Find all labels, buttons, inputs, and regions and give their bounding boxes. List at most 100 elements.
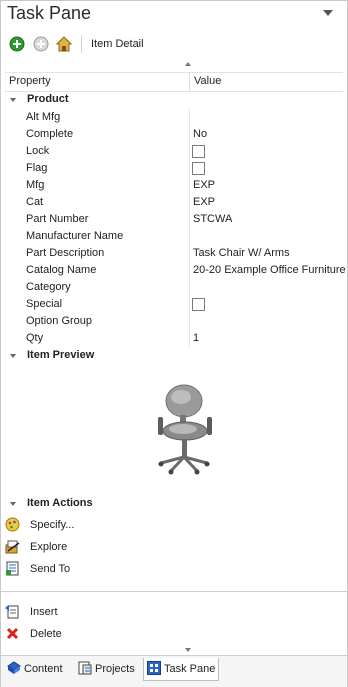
tab-label: Content xyxy=(24,663,63,675)
explore-icon xyxy=(5,539,20,554)
item-preview-image xyxy=(151,383,221,475)
tab-content[interactable]: Content xyxy=(4,658,70,680)
property-row[interactable]: Manufacturer Name xyxy=(5,228,343,245)
lock-checkbox[interactable] xyxy=(192,145,205,158)
column-divider[interactable] xyxy=(189,73,190,91)
property-row[interactable]: Part Description Task Chair W/ Arms xyxy=(5,245,343,262)
special-checkbox[interactable] xyxy=(192,298,205,311)
task-pane-icon xyxy=(147,661,161,675)
property-key: Part Description xyxy=(26,247,105,259)
property-row[interactable]: Option Group xyxy=(5,313,343,330)
remove-icon[interactable] xyxy=(33,36,49,52)
action-send-to[interactable]: Send To xyxy=(1,559,347,579)
row-divider xyxy=(189,160,190,177)
row-divider xyxy=(189,177,190,194)
row-divider xyxy=(189,109,190,126)
send-to-icon xyxy=(5,561,20,576)
row-divider xyxy=(189,211,190,228)
action-label: Insert xyxy=(30,606,58,618)
pane-title: Task Pane xyxy=(7,3,92,23)
property-column-header: Property xyxy=(9,75,51,87)
row-divider xyxy=(189,194,190,211)
property-key: Manufacturer Name xyxy=(26,230,124,242)
property-key: Catalog Name xyxy=(26,264,97,276)
property-row[interactable]: Mfg EXP xyxy=(5,177,343,194)
action-label: Send To xyxy=(30,563,71,575)
toolbar-label: Item Detail xyxy=(91,38,144,50)
toolbar-separator xyxy=(81,35,82,53)
collapse-icon[interactable] xyxy=(10,354,16,358)
row-divider xyxy=(189,143,190,160)
property-row[interactable]: Part Number STCWA xyxy=(5,211,343,228)
action-separator xyxy=(1,591,347,592)
property-key: Part Number xyxy=(26,213,89,225)
row-divider xyxy=(189,279,190,296)
projects-icon xyxy=(78,661,92,675)
value-column-header: Value xyxy=(194,75,222,87)
property-key: Special xyxy=(26,298,63,310)
add-icon[interactable] xyxy=(9,36,25,52)
specify-icon xyxy=(5,517,20,532)
collapse-icon[interactable] xyxy=(10,502,16,506)
property-value[interactable]: EXP xyxy=(193,196,215,208)
property-grid-header: Property Value xyxy=(5,72,343,92)
action-label: Delete xyxy=(30,628,62,640)
section-item-preview[interactable]: Item Preview xyxy=(1,348,347,365)
property-key: Lock xyxy=(26,145,50,157)
row-divider xyxy=(189,262,190,279)
property-value[interactable]: No xyxy=(193,128,207,140)
property-row[interactable]: Special xyxy=(5,296,343,313)
property-key: Flag xyxy=(26,162,48,174)
insert-icon xyxy=(5,604,20,619)
flag-checkbox[interactable] xyxy=(192,162,205,175)
property-row[interactable]: Category xyxy=(5,279,343,296)
property-key: Category xyxy=(26,281,71,293)
action-label: Explore xyxy=(30,541,68,553)
property-key: Mfg xyxy=(26,179,45,191)
scroll-down-icon[interactable] xyxy=(185,648,191,652)
pane-menu-dropdown-icon[interactable] xyxy=(323,10,333,16)
row-divider xyxy=(189,296,190,313)
property-key: Option Group xyxy=(26,315,93,327)
property-row[interactable]: Alt Mfg xyxy=(5,109,343,126)
property-row[interactable]: Qty 1 xyxy=(5,330,343,347)
section-label: Item Actions xyxy=(27,497,93,509)
scroll-up-icon[interactable] xyxy=(185,62,191,66)
row-divider xyxy=(189,228,190,245)
action-specify[interactable]: Specify... xyxy=(1,515,347,535)
delete-icon xyxy=(5,626,20,641)
row-divider xyxy=(189,330,190,347)
property-value[interactable]: Task Chair W/ Arms xyxy=(193,247,290,259)
section-product[interactable]: Product xyxy=(1,92,347,109)
pane-title-bar: Task Pane xyxy=(1,1,347,29)
property-value[interactable]: EXP xyxy=(193,179,215,191)
action-insert[interactable]: Insert xyxy=(1,602,347,622)
action-explore[interactable]: Explore xyxy=(1,537,347,557)
task-pane-window: Task Pane Item Detail Property Value Pro… xyxy=(0,0,348,687)
content-icon xyxy=(7,661,21,675)
property-row[interactable]: Cat EXP xyxy=(5,194,343,211)
property-key: Cat xyxy=(26,196,44,208)
property-row[interactable]: Flag xyxy=(5,160,343,177)
property-value[interactable]: 20-20 Example Office Furniture xyxy=(193,264,346,276)
property-row[interactable]: Lock xyxy=(5,143,343,160)
collapse-icon[interactable] xyxy=(10,98,16,102)
section-label: Item Preview xyxy=(27,349,95,361)
property-key: Alt Mfg xyxy=(26,111,61,123)
section-item-actions[interactable]: Item Actions xyxy=(1,496,347,513)
property-key: Complete xyxy=(26,128,74,140)
home-icon[interactable] xyxy=(55,36,73,52)
pane-tab-strip: Content Projects Task Pane xyxy=(1,655,347,687)
action-label: Specify... xyxy=(30,519,75,531)
tab-task-pane[interactable]: Task Pane xyxy=(143,658,219,681)
tab-label: Projects xyxy=(95,663,135,675)
property-value[interactable]: STCWA xyxy=(193,213,232,225)
pane-toolbar: Item Detail xyxy=(1,31,347,57)
action-delete[interactable]: Delete xyxy=(1,624,347,644)
property-row[interactable]: Complete No xyxy=(5,126,343,143)
property-row[interactable]: Catalog Name 20-20 Example Office Furnit… xyxy=(5,262,346,279)
tab-label: Task Pane xyxy=(164,663,216,675)
property-value[interactable]: 1 xyxy=(193,332,199,344)
property-key: Qty xyxy=(26,332,44,344)
tab-projects[interactable]: Projects xyxy=(75,658,139,680)
